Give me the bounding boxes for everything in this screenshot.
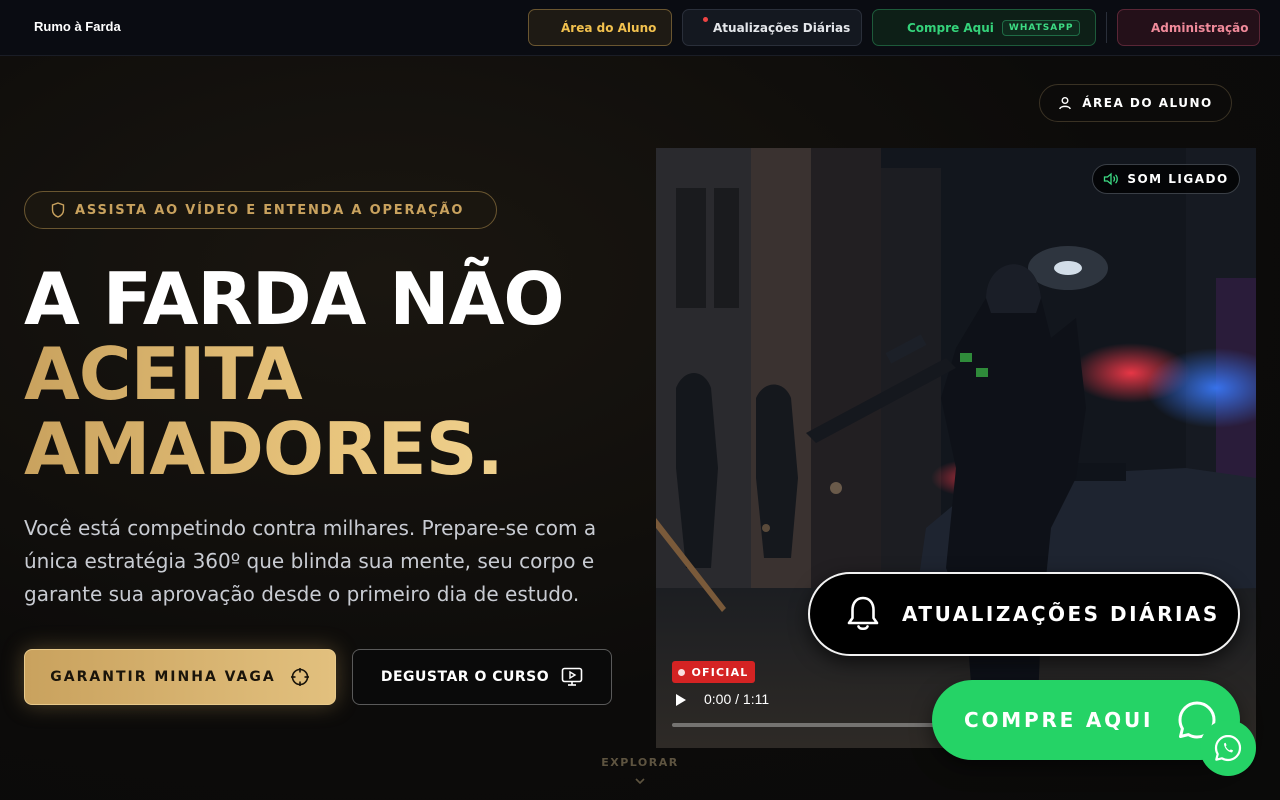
nav-divider	[1106, 12, 1107, 43]
nav-admin-label: Administração	[1151, 20, 1249, 35]
nav-buy-button[interactable]: Compre Aqui WHATSAPP	[872, 9, 1096, 46]
notification-dot	[703, 17, 708, 22]
hero-tagline-text: ASSISTA AO VÍDEO E ENTENDA A OPERAÇÃO	[75, 202, 465, 218]
nav-buy-label: Compre Aqui	[907, 20, 994, 35]
top-navbar: Rumo à Farda Área do Aluno Atualizações …	[0, 0, 1280, 56]
whatsapp-chat-fab[interactable]	[1200, 720, 1256, 776]
try-course-label: DEGUSTAR O CURSO	[380, 669, 550, 685]
nav-student-area-button[interactable]: Área do Aluno	[528, 9, 672, 46]
video-time: 0:00 / 1:11	[704, 691, 770, 707]
buy-now-floating-button[interactable]: COMPRE AQUI	[932, 680, 1240, 760]
whatsapp-icon	[1214, 734, 1242, 762]
monitor-play-icon	[561, 667, 583, 686]
shield-icon	[51, 202, 65, 218]
user-icon	[1059, 97, 1072, 110]
student-area-button[interactable]: ÁREA DO ALUNO	[1039, 84, 1232, 122]
play-icon[interactable]	[674, 692, 688, 708]
student-area-label: ÁREA DO ALUNO	[1082, 96, 1213, 110]
hero-video-player[interactable]: SOM LIGADO OFICIAL 0:00 / 1:11	[656, 148, 1256, 748]
official-badge-label: OFICIAL	[691, 665, 749, 679]
explore-label[interactable]: EXPLORAR	[590, 756, 690, 769]
sound-toggle-button[interactable]: SOM LIGADO	[1092, 164, 1240, 194]
whatsapp-badge: WHATSAPP	[1001, 19, 1081, 36]
official-badge: OFICIAL	[672, 661, 755, 683]
video-progress-bar[interactable]	[672, 723, 972, 727]
guarantee-spot-label: GARANTIR MINHA VAGA	[50, 669, 276, 685]
headline-line-gold-1: ACEITA	[24, 337, 624, 412]
brand-logo[interactable]: Rumo à Farda	[34, 19, 121, 34]
crosshair-icon	[290, 668, 309, 686]
sound-toggle-label: SOM LIGADO	[1127, 172, 1229, 186]
nav-student-area-label: Área do Aluno	[561, 20, 657, 35]
try-course-button[interactable]: DEGUSTAR O CURSO	[352, 649, 612, 705]
speaker-on-icon	[1104, 172, 1119, 186]
nav-admin-button[interactable]: Administração	[1117, 9, 1260, 46]
nav-daily-updates-label: Atualizações Diárias	[713, 20, 851, 35]
live-dot	[678, 668, 686, 676]
hero-tagline-badge: ASSISTA AO VÍDEO E ENTENDA A OPERAÇÃO	[24, 191, 497, 229]
video-frame-image	[656, 148, 1256, 748]
daily-updates-floating-label: ATUALIZAÇÕES DIÁRIAS	[902, 602, 1220, 626]
chevron-down-icon[interactable]	[633, 776, 647, 786]
nav-daily-updates-button[interactable]: Atualizações Diárias	[682, 9, 862, 46]
hero-headline: A FARDA NÃO ACEITA AMADORES.	[24, 262, 624, 487]
hero-subtext: Você está competindo contra milhares. Pr…	[24, 516, 597, 606]
daily-updates-floating-button[interactable]: ATUALIZAÇÕES DIÁRIAS	[808, 572, 1240, 656]
buy-now-floating-label: COMPRE AQUI	[964, 708, 1154, 732]
guarantee-spot-button[interactable]: GARANTIR MINHA VAGA	[24, 649, 336, 705]
headline-line-gold-2: AMADORES.	[24, 412, 624, 487]
bell-icon	[847, 596, 879, 631]
headline-line-white: A FARDA NÃO	[24, 257, 565, 341]
